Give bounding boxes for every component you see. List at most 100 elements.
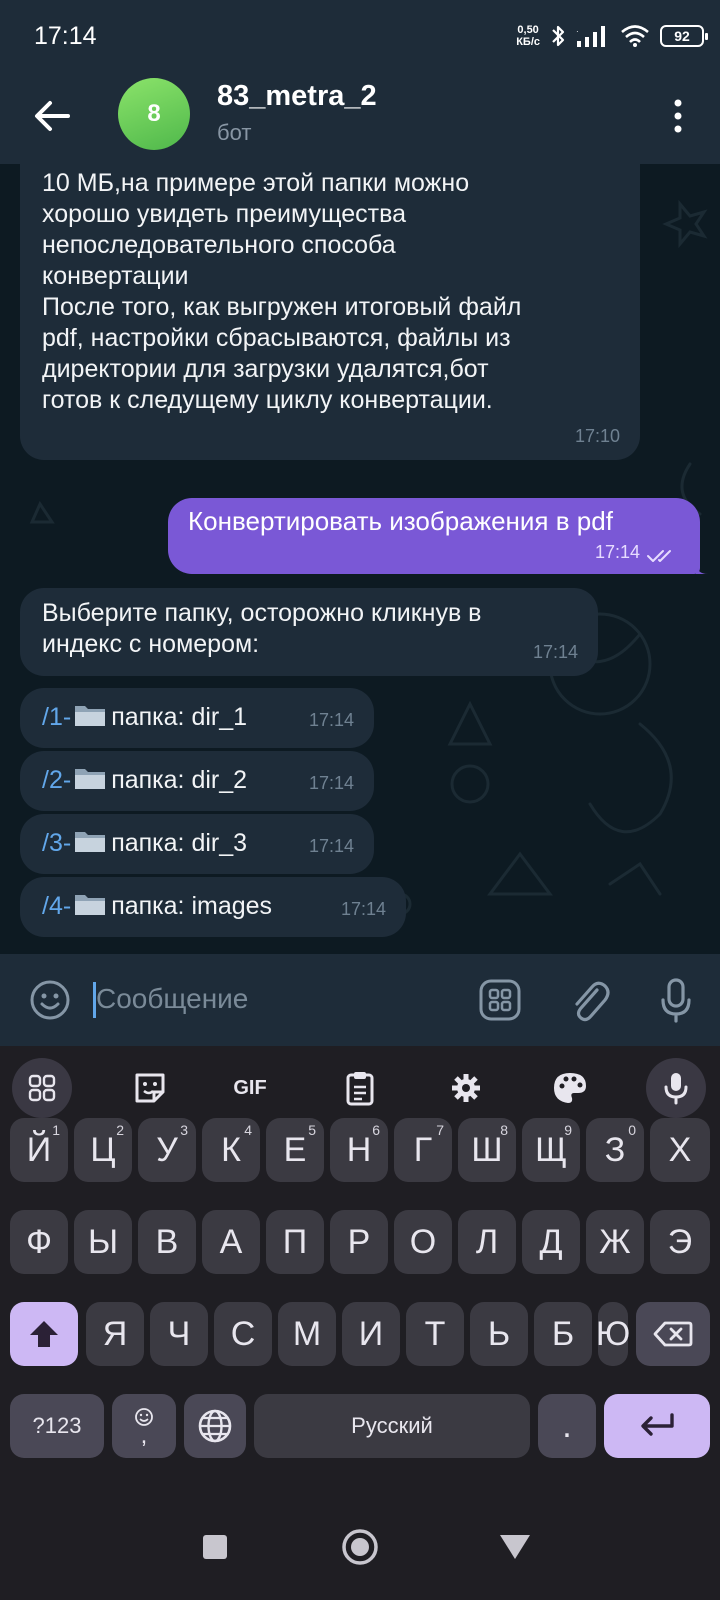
shift-key[interactable] bbox=[10, 1302, 78, 1366]
theme-button[interactable] bbox=[540, 1058, 600, 1118]
key-э[interactable]: Э bbox=[650, 1210, 710, 1274]
recents-button[interactable] bbox=[190, 1522, 240, 1572]
symbols-key[interactable]: ?123 bbox=[10, 1394, 104, 1458]
user-message[interactable]: Конвертировать изображения в pdf 17:14 bbox=[168, 498, 700, 574]
key-и[interactable]: И bbox=[342, 1302, 400, 1366]
key-с[interactable]: С bbox=[214, 1302, 272, 1366]
sticker-icon bbox=[135, 1073, 165, 1103]
key-е[interactable]: Е5 bbox=[266, 1118, 324, 1182]
folder-message[interactable]: /1- папка: dir_1 17:14 bbox=[20, 688, 374, 748]
gif-button[interactable]: GIF bbox=[220, 1058, 280, 1118]
enter-key[interactable] bbox=[604, 1394, 710, 1458]
chat-title[interactable]: 83_metra_2 bbox=[217, 80, 377, 113]
settings-button[interactable] bbox=[436, 1058, 496, 1118]
key-ь[interactable]: Ь bbox=[470, 1302, 528, 1366]
message-time: 17:14 bbox=[532, 642, 578, 662]
key-я[interactable]: Я bbox=[86, 1302, 144, 1366]
bot-message[interactable]: Выберите папку, осторожно кликнув в инде… bbox=[20, 588, 598, 676]
triangle-back-icon bbox=[500, 1535, 530, 1559]
key-т[interactable]: Т bbox=[406, 1302, 464, 1366]
key-к[interactable]: К4 bbox=[202, 1118, 260, 1182]
speed-unit: КБ/с bbox=[516, 36, 540, 48]
wifi-icon bbox=[621, 25, 649, 47]
key-п[interactable]: П bbox=[266, 1210, 324, 1274]
sticker-button[interactable] bbox=[120, 1058, 180, 1118]
key-ы[interactable]: Ы bbox=[74, 1210, 132, 1274]
voice-input-button[interactable] bbox=[646, 1058, 706, 1118]
keyboard-toolbar: GIF bbox=[0, 1046, 720, 1128]
period-key[interactable]: . bbox=[538, 1394, 596, 1458]
clipboard-button[interactable] bbox=[330, 1058, 390, 1118]
bot-command-link[interactable]: /1- bbox=[42, 703, 71, 731]
key-х[interactable]: Х bbox=[650, 1118, 710, 1182]
message-line: конвертации bbox=[42, 262, 189, 290]
message-line: индекс с номером: bbox=[42, 630, 260, 658]
bot-command-link[interactable]: /3- bbox=[42, 829, 71, 857]
key-ц[interactable]: Ц2 bbox=[74, 1118, 132, 1182]
language-key[interactable] bbox=[184, 1394, 246, 1458]
status-icons: 0,50 КБ/с · 92 bbox=[516, 20, 708, 52]
keyboard-apps-button[interactable] bbox=[12, 1058, 72, 1118]
key-л[interactable]: Л bbox=[458, 1210, 516, 1274]
key-б[interactable]: Б bbox=[534, 1302, 592, 1366]
key-р[interactable]: Р bbox=[330, 1210, 388, 1274]
key-в[interactable]: В bbox=[138, 1210, 196, 1274]
backspace-key[interactable] bbox=[636, 1302, 710, 1366]
folder-message[interactable]: /3- папка: dir_3 17:14 bbox=[20, 814, 374, 874]
space-key[interactable]: Русский bbox=[254, 1394, 530, 1458]
key-hint: 1 bbox=[52, 1122, 60, 1138]
key-а[interactable]: А bbox=[202, 1210, 260, 1274]
key-ф[interactable]: Ф bbox=[10, 1210, 68, 1274]
palette-icon bbox=[554, 1073, 586, 1103]
key-ш[interactable]: Ш8 bbox=[458, 1118, 516, 1182]
message-time: 17:14 bbox=[594, 542, 640, 562]
shift-arrow-icon bbox=[30, 1321, 58, 1347]
key-з[interactable]: З0 bbox=[586, 1118, 644, 1182]
avatar[interactable]: 8 bbox=[118, 78, 190, 150]
message-input[interactable] bbox=[96, 976, 456, 1022]
key-щ[interactable]: Щ9 bbox=[522, 1118, 580, 1182]
bot-command-link[interactable]: /4- bbox=[42, 892, 71, 920]
attach-icon[interactable] bbox=[567, 976, 611, 1024]
folder-message[interactable]: /4- папка: images 17:14 bbox=[20, 877, 406, 937]
key-label: Н bbox=[346, 1130, 372, 1169]
bot-commands-icon[interactable] bbox=[478, 978, 522, 1022]
bluetooth-icon bbox=[552, 25, 565, 47]
microphone-icon[interactable] bbox=[654, 976, 698, 1024]
message-line: готов к следущему циклу конвертации. bbox=[42, 386, 493, 414]
key-г[interactable]: Г7 bbox=[394, 1118, 452, 1182]
key-м[interactable]: М bbox=[278, 1302, 336, 1366]
globe-icon bbox=[198, 1409, 232, 1443]
bot-command-link[interactable]: /2- bbox=[42, 766, 71, 794]
key-о[interactable]: О bbox=[394, 1210, 452, 1274]
double-check-icon bbox=[647, 550, 671, 562]
key-label: Х bbox=[668, 1130, 692, 1169]
emoji-comma-key[interactable]: , bbox=[112, 1394, 176, 1458]
home-button[interactable] bbox=[335, 1522, 385, 1572]
folder-label: папка: dir_3 bbox=[111, 829, 248, 857]
bot-message[interactable]: 10 МБ,на примере этой папки можно хорошо… bbox=[20, 164, 640, 460]
key-у[interactable]: У3 bbox=[138, 1118, 196, 1182]
key-й[interactable]: Й1 bbox=[10, 1118, 68, 1182]
chat-area[interactable]: 10 МБ,на примере этой папки можно хорошо… bbox=[0, 164, 720, 954]
message-time: 17:14 bbox=[308, 710, 354, 730]
back-nav-button[interactable] bbox=[490, 1522, 540, 1572]
message-line: директории для загрузки удалятся,бот bbox=[42, 355, 489, 383]
microphone-icon bbox=[664, 1073, 688, 1105]
key-ч[interactable]: Ч bbox=[150, 1302, 208, 1366]
message-line: хорошо увидеть преимущества bbox=[42, 200, 406, 228]
key-label: У bbox=[156, 1130, 178, 1169]
back-arrow-icon[interactable] bbox=[28, 92, 76, 140]
key-ю[interactable]: Ю bbox=[596, 1302, 630, 1366]
key-н[interactable]: Н6 bbox=[330, 1118, 388, 1182]
folder-message[interactable]: /2- папка: dir_2 17:14 bbox=[20, 751, 374, 811]
key-hint: 7 bbox=[436, 1122, 444, 1138]
key-д[interactable]: Д bbox=[522, 1210, 580, 1274]
chat-header: 8 83_metra_2 бот bbox=[0, 72, 720, 164]
message-text: Конвертировать изображения в pdf bbox=[188, 506, 613, 536]
emoji-icon[interactable] bbox=[28, 978, 72, 1022]
key-ж[interactable]: Ж bbox=[586, 1210, 644, 1274]
more-vert-icon[interactable] bbox=[666, 94, 690, 138]
svg-text:·: · bbox=[576, 27, 579, 36]
key-label: Ц bbox=[90, 1130, 116, 1169]
